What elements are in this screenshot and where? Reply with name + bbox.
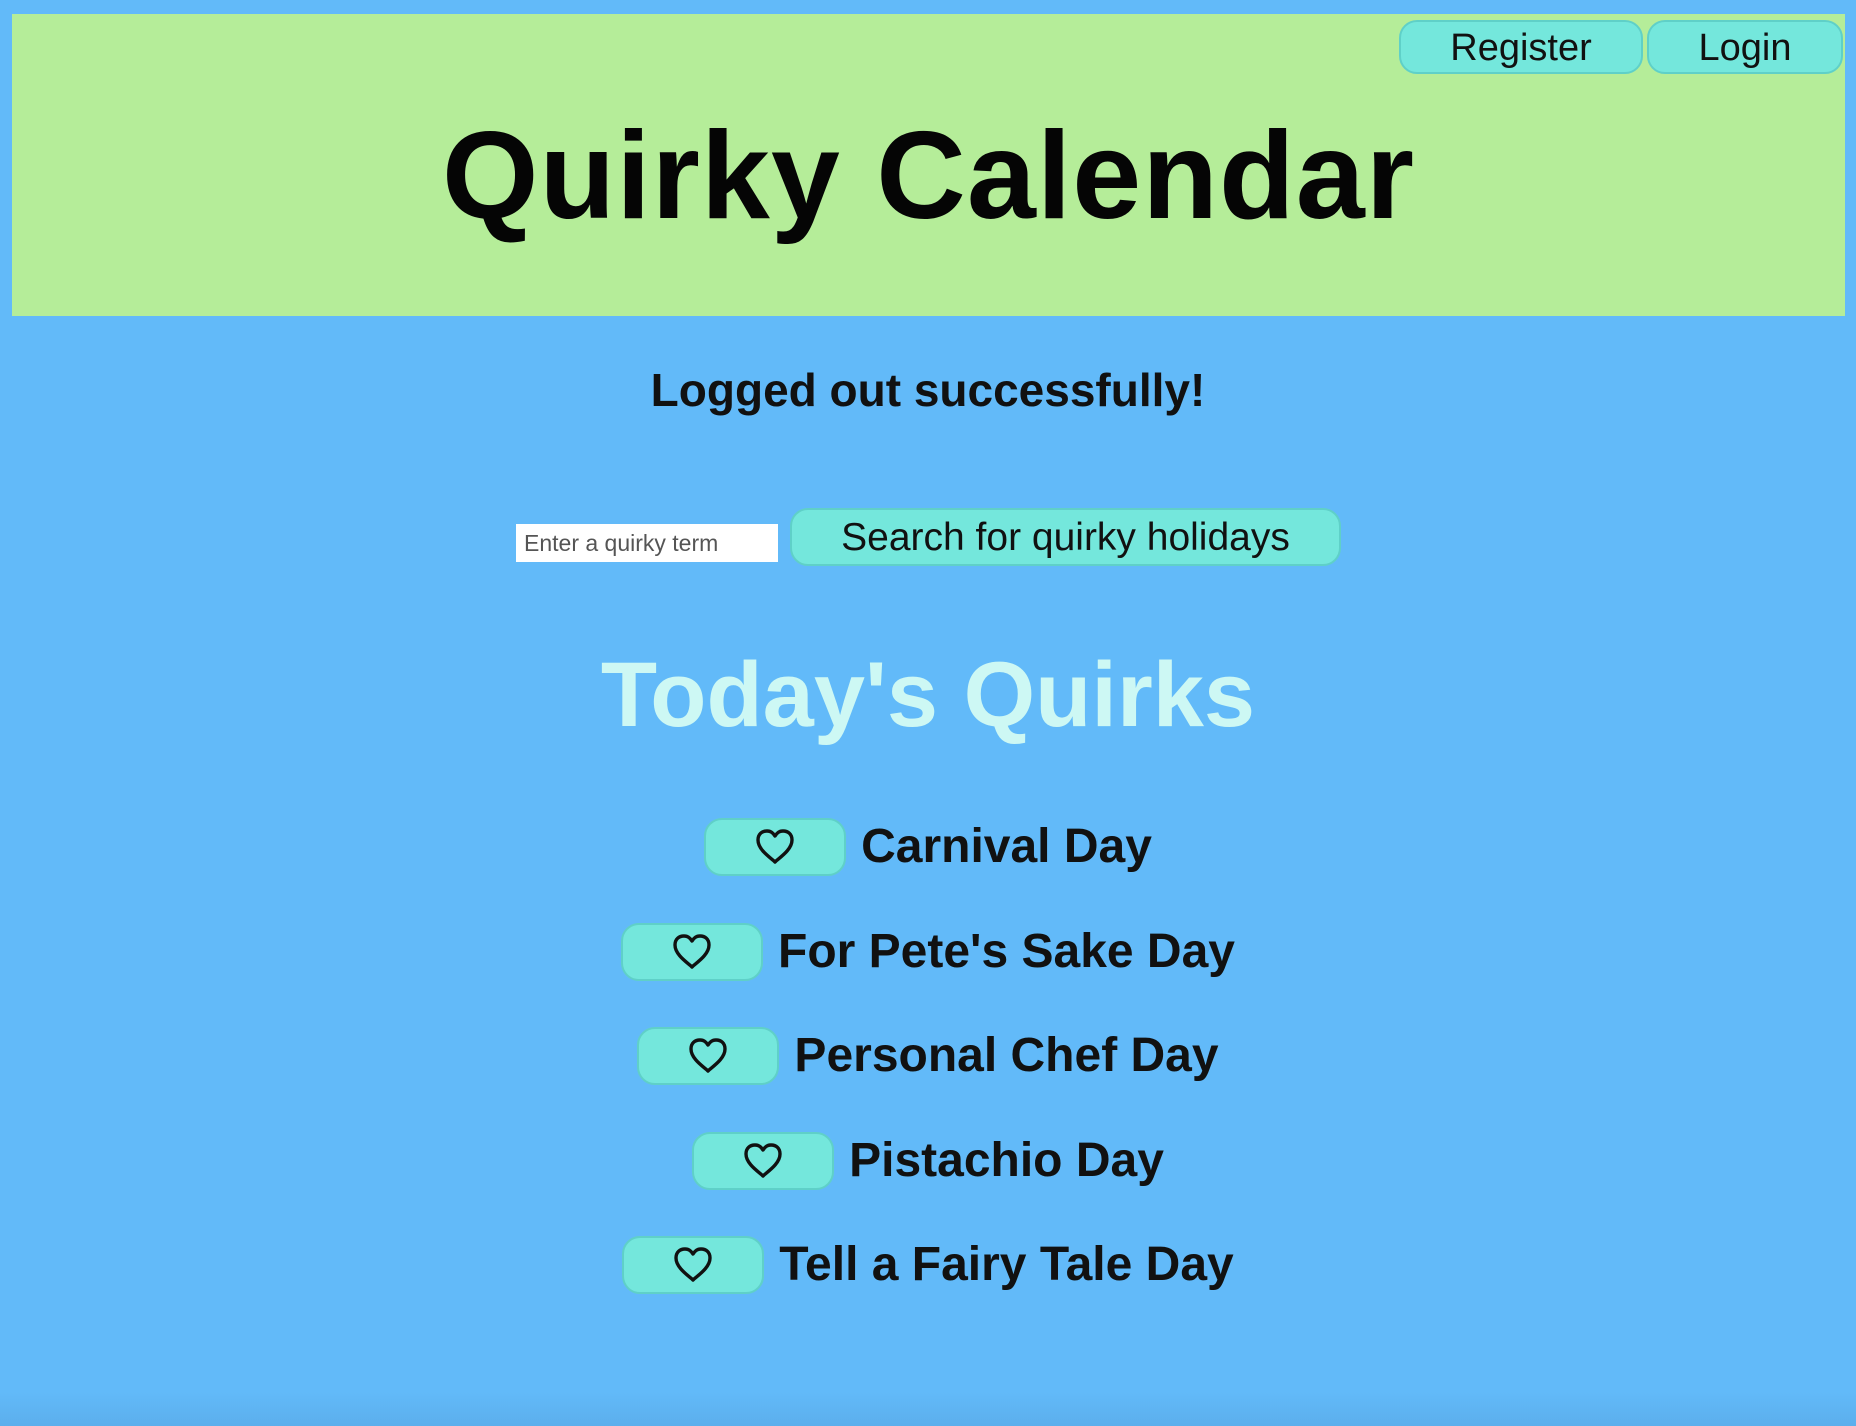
quirk-row: Carnival Day <box>704 818 1152 876</box>
quirk-list-item: Carnival Day <box>0 818 1856 923</box>
heart-outline-icon <box>674 1247 712 1282</box>
site-header: Register Login Quirky Calendar <box>12 14 1845 316</box>
quirk-name: Carnival Day <box>861 820 1152 873</box>
favorite-button[interactable] <box>621 922 763 981</box>
favorite-button[interactable] <box>622 1236 765 1294</box>
quirk-list-item: Pistachio Day <box>0 1131 1856 1237</box>
quirk-row: For Pete's Sake Day <box>621 922 1235 981</box>
search-button[interactable]: Search for quirky holidays <box>790 508 1341 566</box>
quirk-list-item: Personal Chef Day <box>0 1027 1856 1132</box>
favorite-button[interactable] <box>704 818 847 876</box>
favorite-button[interactable] <box>692 1131 835 1190</box>
search-input[interactable] <box>516 524 778 562</box>
search-form: Search for quirky holidays <box>516 508 1346 568</box>
quirk-name: For Pete's Sake Day <box>778 924 1235 978</box>
quirk-row: Pistachio Day <box>692 1131 1164 1190</box>
logout-message: Logged out successfully! <box>650 364 1206 416</box>
quirk-row: Tell a Fairy Tale Day <box>622 1236 1234 1294</box>
quirk-name: Pistachio Day <box>849 1133 1164 1187</box>
quirk-name: Personal Chef Day <box>794 1029 1219 1082</box>
quirk-name: Tell a Fairy Tale Day <box>779 1238 1234 1291</box>
bottom-shadow <box>0 1392 1856 1426</box>
section-title: Today's Quirks <box>600 644 1256 746</box>
login-button[interactable]: Login <box>1647 20 1843 74</box>
app-title: Quirky Calendar <box>442 107 1415 245</box>
heart-outline-icon <box>689 1038 728 1073</box>
heart-outline-icon <box>756 829 794 864</box>
heart-outline-icon <box>744 1142 782 1178</box>
quirk-list-item: For Pete's Sake Day <box>0 922 1856 1028</box>
favorite-button[interactable] <box>637 1027 780 1085</box>
quirk-row: Personal Chef Day <box>637 1027 1219 1085</box>
quirk-list: Carnival Day For Pete's Sake Day Persona… <box>0 818 1856 1341</box>
register-button[interactable]: Register <box>1399 20 1643 74</box>
heart-outline-icon <box>673 933 711 969</box>
quirk-list-item: Tell a Fairy Tale Day <box>0 1236 1856 1341</box>
